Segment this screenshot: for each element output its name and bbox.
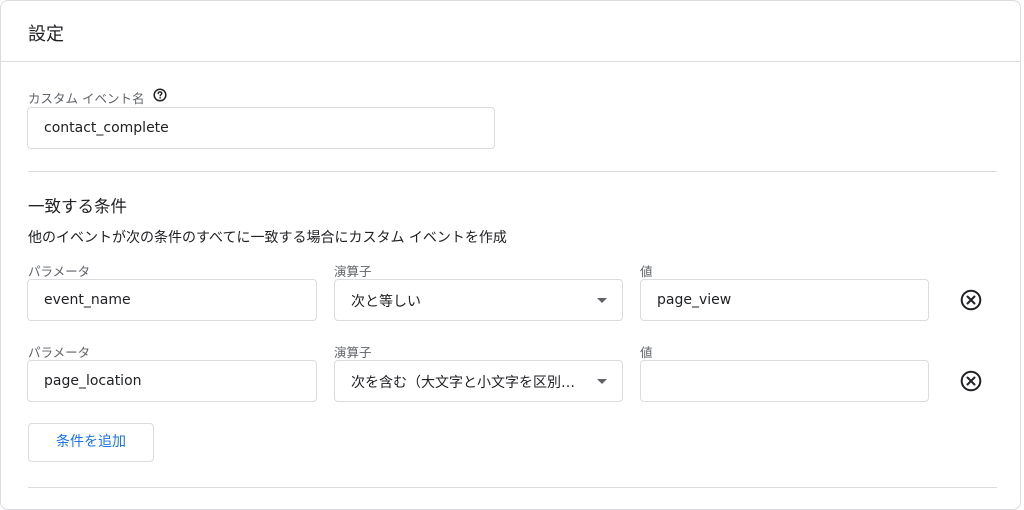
- operator-label: 演算子: [334, 345, 372, 360]
- value-input[interactable]: [640, 360, 929, 402]
- parameter-label: パラメータ: [28, 345, 91, 360]
- help-circle-icon[interactable]: [153, 88, 167, 102]
- matching-conditions-title: 一致する条件: [28, 197, 127, 216]
- close-circle-icon[interactable]: [959, 369, 983, 393]
- operator-selected-value: 次を含む（大文字と小文字を区別…: [351, 375, 575, 391]
- divider: [28, 487, 997, 488]
- value-input[interactable]: [640, 279, 929, 321]
- value-label: 値: [640, 345, 653, 360]
- matching-conditions-description: 他のイベントが次の条件のすべてに一致する場合にカスタム イベントを作成: [28, 230, 507, 246]
- parameter-label: パラメータ: [28, 264, 91, 279]
- card-header: 設定: [1, 1, 1020, 62]
- settings-card: 設定 カスタム イベント名 一致する条件 他のイベントが次の条件のすべてに一致す…: [0, 0, 1021, 510]
- add-condition-button[interactable]: 条件を追加: [28, 423, 154, 462]
- parameter-input[interactable]: [27, 279, 317, 321]
- operator-selected-value: 次と等しい: [351, 294, 421, 310]
- divider: [28, 171, 997, 172]
- card-title: 設定: [28, 24, 64, 45]
- close-circle-icon[interactable]: [959, 288, 983, 312]
- dropdown-arrow-icon: [597, 379, 607, 384]
- custom-event-name-label: カスタム イベント名: [28, 91, 145, 106]
- dropdown-arrow-icon: [597, 298, 607, 303]
- value-label: 値: [640, 264, 653, 279]
- parameter-input[interactable]: [27, 360, 317, 402]
- operator-label: 演算子: [334, 264, 372, 279]
- operator-select[interactable]: 次と等しい: [334, 279, 623, 321]
- custom-event-name-input[interactable]: [27, 107, 495, 149]
- operator-select[interactable]: 次を含む（大文字と小文字を区別…: [334, 360, 623, 402]
